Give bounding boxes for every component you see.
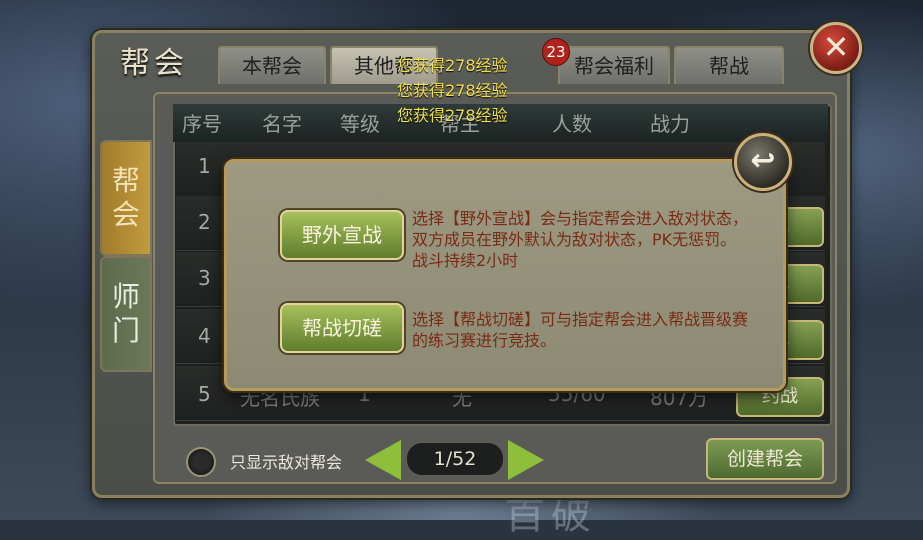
side-tab-mentor-label: 师门 bbox=[111, 280, 140, 347]
prev-page-icon[interactable] bbox=[365, 440, 401, 480]
back-arrow-icon: ↩ bbox=[750, 143, 776, 178]
enemy-only-radio[interactable] bbox=[186, 447, 216, 477]
tab-guild-welfare[interactable]: 帮会福利 bbox=[558, 46, 670, 84]
row-index: 5 bbox=[198, 382, 211, 406]
exp-notification: 您获得278经验 bbox=[397, 81, 508, 100]
next-page-icon[interactable] bbox=[508, 440, 544, 480]
row-index: 3 bbox=[198, 266, 211, 290]
side-tab-guild[interactable]: 帮会 bbox=[100, 140, 152, 256]
row-index: 1 bbox=[198, 154, 211, 178]
guild-spar-button[interactable]: 帮战切磋 bbox=[280, 303, 404, 353]
exp-notification: 您获得278经验 bbox=[397, 56, 508, 75]
window-title: 帮会 bbox=[120, 46, 188, 81]
war-type-popup bbox=[224, 159, 786, 391]
header-power: 战力 bbox=[650, 112, 690, 136]
close-icon: ✕ bbox=[822, 28, 850, 66]
back-button[interactable]: ↩ bbox=[734, 133, 792, 191]
header-index: 序号 bbox=[182, 112, 222, 136]
header-name: 名字 bbox=[262, 112, 302, 136]
notification-badge: 23 bbox=[542, 38, 570, 66]
guild-spar-description: 选择【帮战切磋】可与指定帮会进入帮战晋级赛的练习赛进行竞技。 bbox=[412, 310, 749, 350]
create-guild-button[interactable]: 创建帮会 bbox=[706, 438, 824, 480]
enemy-only-label: 只显示敌对帮会 bbox=[230, 453, 343, 472]
side-tab-mentor[interactable]: 师门 bbox=[100, 256, 152, 372]
exp-notification: 您获得278经验 bbox=[397, 106, 508, 125]
page-indicator: 1/52 bbox=[406, 442, 504, 476]
side-tab-guild-label: 帮会 bbox=[111, 164, 140, 231]
header-level: 等级 bbox=[340, 112, 380, 136]
close-button[interactable]: ✕ bbox=[810, 22, 862, 74]
field-war-button[interactable]: 野外宣战 bbox=[280, 210, 404, 260]
header-members: 人数 bbox=[552, 112, 592, 136]
row-index: 2 bbox=[198, 210, 211, 234]
field-war-description: 选择【野外宣战】会与指定帮会进入敌对状态，双方成员在野外默认为敌对状态，PK无惩… bbox=[412, 209, 749, 270]
tab-guild-war[interactable]: 帮战 bbox=[674, 46, 784, 84]
row-index: 4 bbox=[198, 324, 211, 348]
tab-my-guild[interactable]: 本帮会 bbox=[218, 46, 326, 84]
